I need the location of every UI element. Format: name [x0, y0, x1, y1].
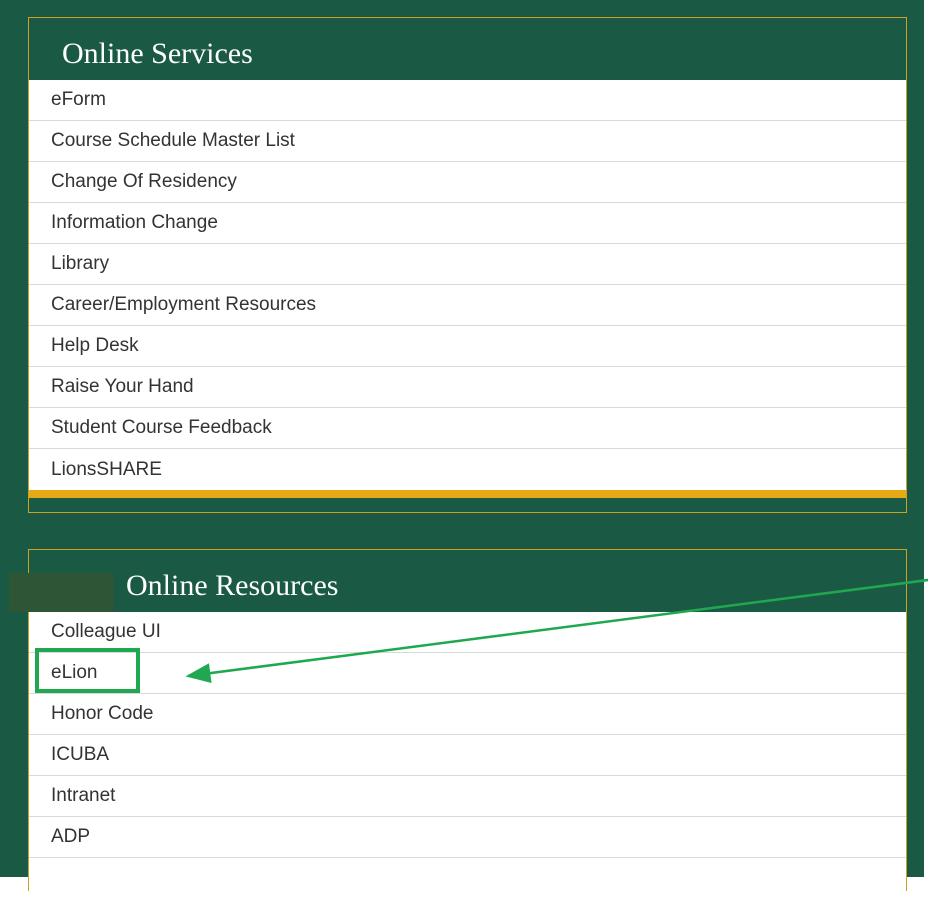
arrow-annotation-icon [185, 578, 929, 684]
